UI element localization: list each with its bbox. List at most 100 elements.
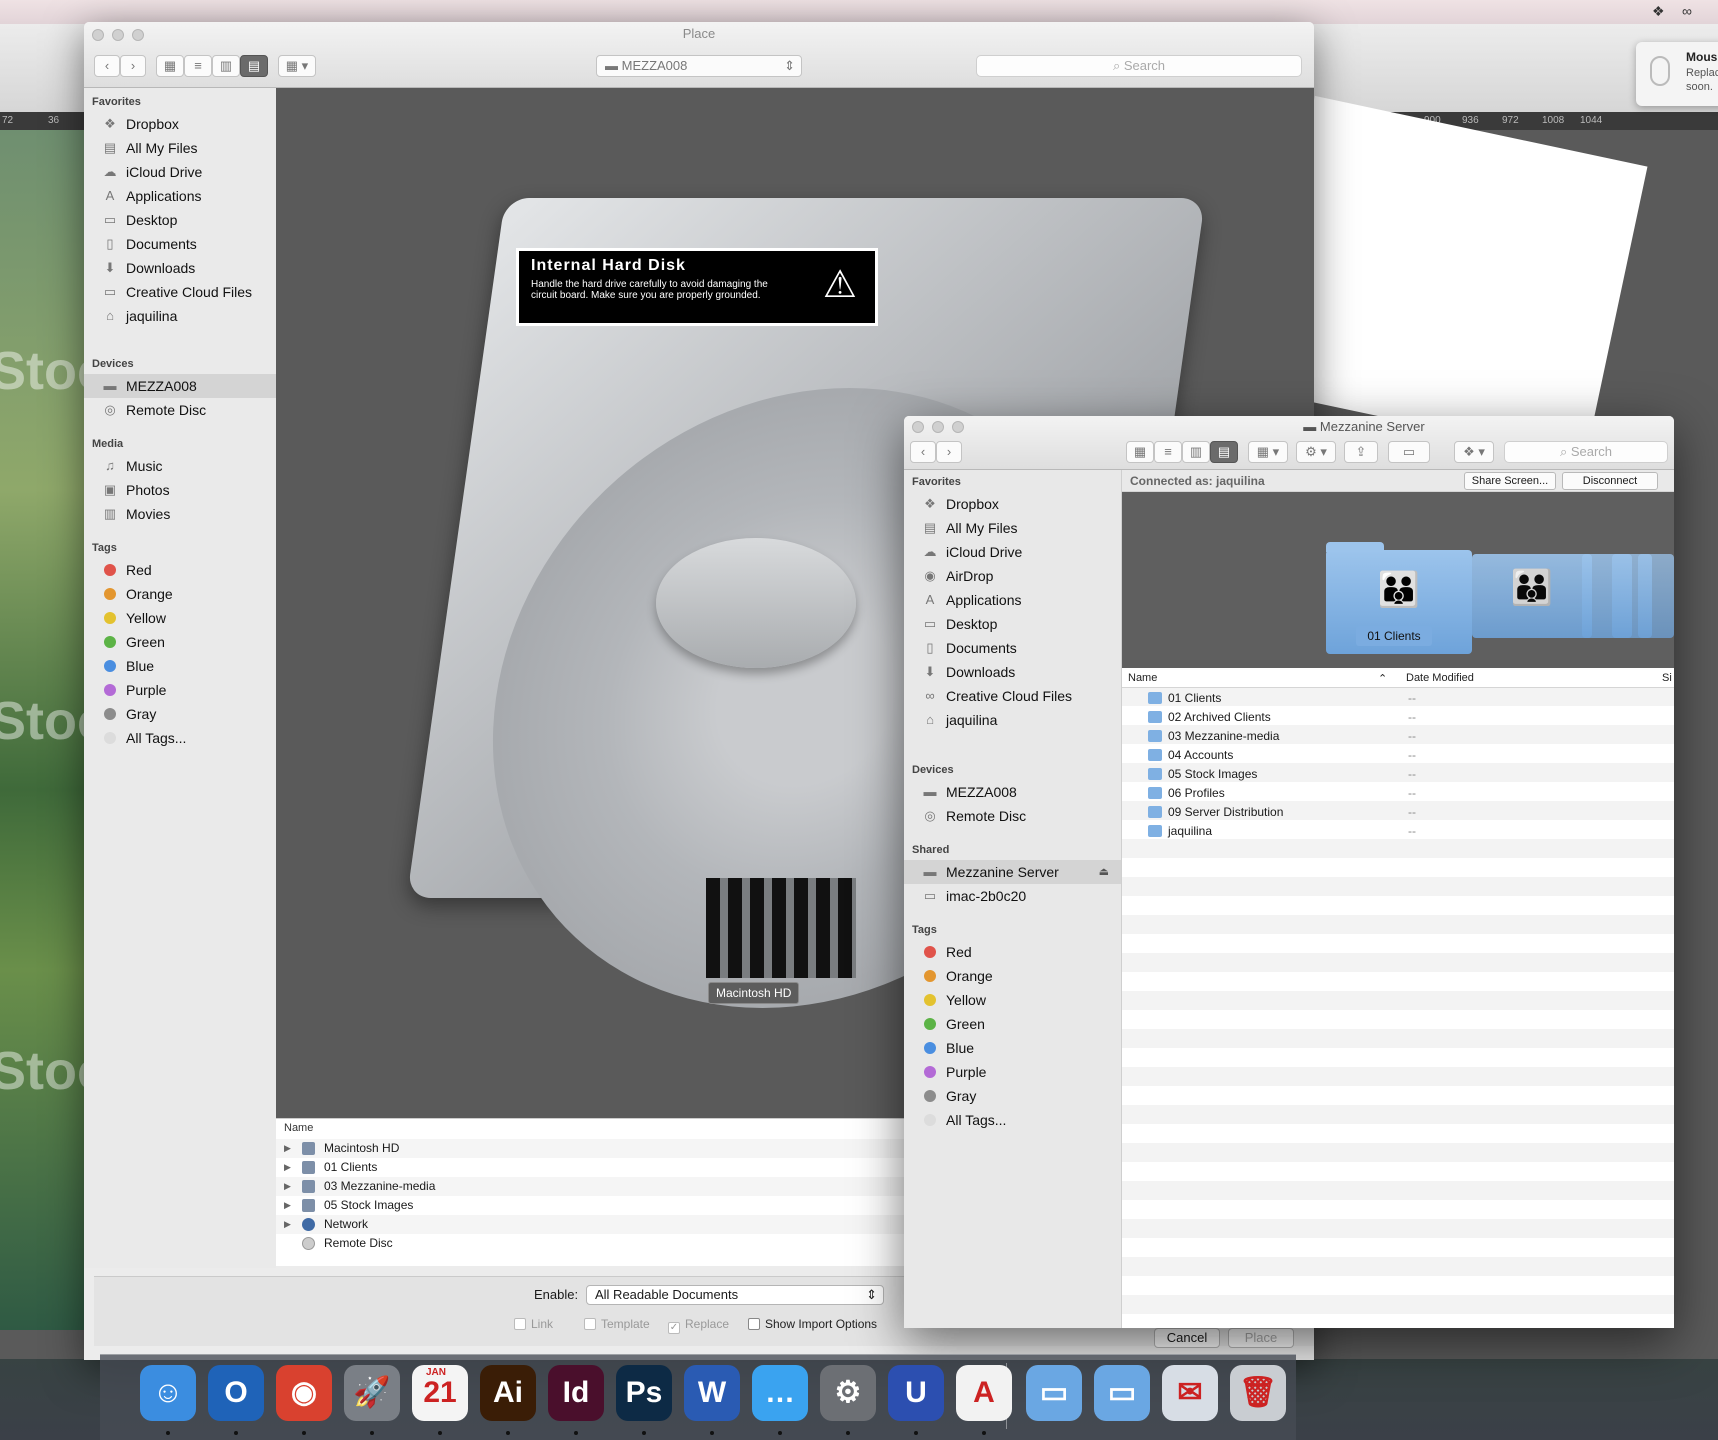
location-popup[interactable]: ▬ MEZZA008 ⇕: [596, 55, 802, 77]
sidebar-item-downloads[interactable]: ⬇ Downloads: [904, 660, 1121, 684]
arrange-button[interactable]: ▦ ▾: [1248, 441, 1288, 463]
downloads-stack-icon[interactable]: ▭: [1094, 1365, 1150, 1421]
sidebar-item-dropbox[interactable]: ❖ Dropbox: [84, 112, 276, 136]
system-preferences-icon[interactable]: ⚙: [820, 1365, 876, 1421]
column-view-button[interactable]: ▥: [1182, 441, 1210, 463]
sidebar-item-jaquilina[interactable]: ⌂ jaquilina: [904, 708, 1121, 732]
tag-green[interactable]: Green: [904, 1012, 1121, 1036]
tag-purple[interactable]: Purple: [84, 678, 276, 702]
forward-button[interactable]: ›: [936, 441, 962, 463]
messages-icon[interactable]: …: [752, 1365, 808, 1421]
table-row[interactable]: 04 Accounts --: [1122, 746, 1674, 765]
place-button[interactable]: Place: [1228, 1328, 1294, 1348]
tag-yellow[interactable]: Yellow: [84, 606, 276, 630]
search-input[interactable]: ⌕ Search: [976, 55, 1302, 77]
sidebar-item-all-my-files[interactable]: ▤ All My Files: [84, 136, 276, 160]
tag-yellow[interactable]: Yellow: [904, 988, 1121, 1012]
disclosure-triangle-icon[interactable]: ▶: [284, 1158, 291, 1177]
folder-icon[interactable]: 👪: [1472, 554, 1592, 638]
tag-red[interactable]: Red: [84, 558, 276, 582]
column-header-name[interactable]: Name: [1128, 672, 1157, 684]
table-row[interactable]: 01 Clients --: [1122, 689, 1674, 708]
forward-button[interactable]: ›: [120, 55, 146, 77]
disclosure-triangle-icon[interactable]: ▶: [284, 1139, 291, 1158]
photoshop-icon[interactable]: Ps: [616, 1365, 672, 1421]
chrome-icon[interactable]: ◉: [276, 1365, 332, 1421]
sidebar-item-remote-disc[interactable]: ◎ Remote Disc: [904, 804, 1121, 828]
sidebar-item-photos[interactable]: ▣ Photos: [84, 478, 276, 502]
notification-banner[interactable]: Mous Replac soon.: [1636, 42, 1718, 106]
sidebar-item-mezza008[interactable]: ▬ MEZZA008: [904, 780, 1121, 804]
coverflow-view-button[interactable]: ▤: [1210, 441, 1238, 463]
sidebar-item-applications[interactable]: A Applications: [904, 588, 1121, 612]
finder-icon[interactable]: ☺: [140, 1365, 196, 1421]
sidebar-item-desktop[interactable]: ▭ Desktop: [904, 612, 1121, 636]
tag-purple[interactable]: Purple: [904, 1060, 1121, 1084]
table-row[interactable]: 06 Profiles --: [1122, 784, 1674, 803]
sidebar-item-applications[interactable]: A Applications: [84, 184, 276, 208]
sidebar-item-mezzanine-server[interactable]: ▬ Mezzanine Server ⏏: [904, 860, 1121, 884]
link-checkbox[interactable]: Link: [514, 1317, 553, 1331]
tag-blue[interactable]: Blue: [904, 1036, 1121, 1060]
illustrator-icon[interactable]: Ai: [480, 1365, 536, 1421]
sidebar-item-icloud-drive[interactable]: ☁ iCloud Drive: [84, 160, 276, 184]
eject-icon[interactable]: ⏏: [1099, 860, 1109, 884]
tags-button[interactable]: ▭: [1388, 441, 1430, 463]
column-header-date[interactable]: Date Modified: [1406, 672, 1474, 684]
icon-view-button[interactable]: ▦: [156, 55, 184, 77]
sidebar-item-creative-cloud-files[interactable]: ▭ Creative Cloud Files: [84, 280, 276, 304]
disclosure-triangle-icon[interactable]: ▶: [284, 1177, 291, 1196]
icon-view-button[interactable]: ▦: [1126, 441, 1154, 463]
tag-blue[interactable]: Blue: [84, 654, 276, 678]
column-header-name[interactable]: Name: [284, 1122, 313, 1134]
mail-stack-icon[interactable]: ✉: [1162, 1365, 1218, 1421]
sidebar-item-imac-2b0c20[interactable]: ▭ imac-2b0c20: [904, 884, 1121, 908]
table-row[interactable]: 05 Stock Images --: [1122, 765, 1674, 784]
back-button[interactable]: ‹: [94, 55, 120, 77]
enable-select[interactable]: All Readable Documents ⇕: [586, 1285, 884, 1305]
disclosure-triangle-icon[interactable]: ▶: [284, 1196, 291, 1215]
documents-stack-icon[interactable]: ▭: [1026, 1365, 1082, 1421]
disclosure-triangle-icon[interactable]: ▶: [284, 1215, 291, 1234]
sidebar-item-downloads[interactable]: ⬇ Downloads: [84, 256, 276, 280]
sidebar-item-movies[interactable]: ▥ Movies: [84, 502, 276, 526]
list-view-button[interactable]: ≡: [1154, 441, 1182, 463]
back-button[interactable]: ‹: [910, 441, 936, 463]
word-icon[interactable]: W: [684, 1365, 740, 1421]
trash-icon[interactable]: 🗑: [1230, 1365, 1286, 1421]
replace-checkbox[interactable]: ✓ Replace: [668, 1317, 729, 1334]
share-screen-button[interactable]: Share Screen...: [1464, 472, 1556, 490]
show-import-options-checkbox[interactable]: Show Import Options: [748, 1317, 877, 1331]
list-view-button[interactable]: ≡: [184, 55, 212, 77]
sidebar-item-all-my-files[interactable]: ▤ All My Files: [904, 516, 1121, 540]
share-button[interactable]: ⇪: [1344, 441, 1378, 463]
utility-icon[interactable]: U: [888, 1365, 944, 1421]
tag-gray[interactable]: Gray: [904, 1084, 1121, 1108]
sidebar-item-creative-cloud-files[interactable]: ∞ Creative Cloud Files: [904, 684, 1121, 708]
folder-icon[interactable]: [1638, 554, 1674, 638]
sidebar-item-desktop[interactable]: ▭ Desktop: [84, 208, 276, 232]
action-gear-button[interactable]: ⚙ ▾: [1296, 441, 1336, 463]
tag-all-tags[interactable]: All Tags...: [84, 726, 276, 750]
arrange-button[interactable]: ▦ ▾: [278, 55, 316, 77]
tag-gray[interactable]: Gray: [84, 702, 276, 726]
column-view-button[interactable]: ▥: [212, 55, 240, 77]
dropbox-button[interactable]: ❖ ▾: [1454, 441, 1494, 463]
tag-orange[interactable]: Orange: [904, 964, 1121, 988]
creative-cloud-icon[interactable]: ∞: [1682, 3, 1692, 19]
sidebar-item-mezza008[interactable]: ▬ MEZZA008: [84, 374, 276, 398]
table-row[interactable]: 09 Server Distribution --: [1122, 803, 1674, 822]
sidebar-item-airdrop[interactable]: ◉ AirDrop: [904, 564, 1121, 588]
sidebar-item-documents[interactable]: ▯ Documents: [904, 636, 1121, 660]
tag-all-tags[interactable]: All Tags...: [904, 1108, 1121, 1132]
acrobat-icon[interactable]: A: [956, 1365, 1012, 1421]
table-row[interactable]: jaquilina --: [1122, 822, 1674, 841]
sidebar-item-remote-disc[interactable]: ◎ Remote Disc: [84, 398, 276, 422]
tag-orange[interactable]: Orange: [84, 582, 276, 606]
tag-green[interactable]: Green: [84, 630, 276, 654]
table-row[interactable]: 02 Archived Clients --: [1122, 708, 1674, 727]
sidebar-item-icloud-drive[interactable]: ☁ iCloud Drive: [904, 540, 1121, 564]
launchpad-icon[interactable]: 🚀: [344, 1365, 400, 1421]
template-checkbox[interactable]: Template: [584, 1317, 650, 1331]
indesign-icon[interactable]: Id: [548, 1365, 604, 1421]
